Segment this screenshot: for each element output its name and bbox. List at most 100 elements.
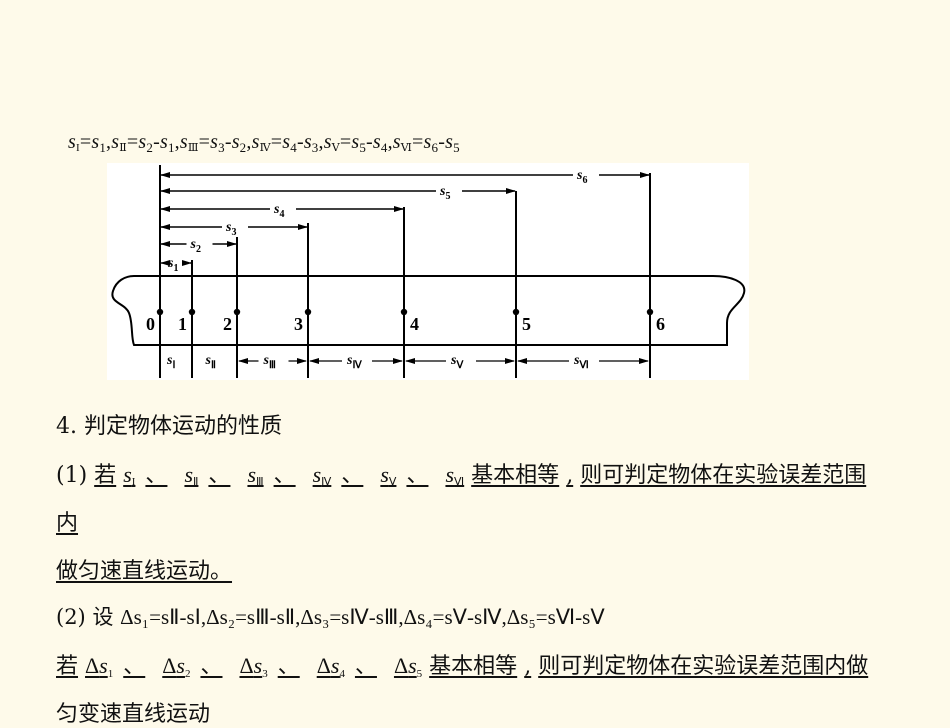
sep: 、	[200, 654, 223, 679]
item1-ruo: 若	[94, 463, 117, 488]
item2-ruo: 若	[56, 654, 79, 679]
point-label: 1	[178, 314, 187, 334]
sep: 、	[277, 654, 300, 679]
minus: -	[224, 131, 232, 153]
item2-conclusion: 则可判定物体在实验误差范围内做	[538, 654, 869, 679]
sep: 、	[354, 654, 377, 679]
minus: -	[366, 131, 373, 153]
sub-4: 4	[290, 140, 297, 155]
blank-s2: sⅡ	[184, 462, 199, 488]
roman-ii: Ⅱ	[193, 476, 199, 488]
segment-label: sⅤ	[450, 353, 464, 371]
sub-3: 3	[311, 140, 319, 155]
cumulative-label: s5	[439, 184, 450, 202]
formula-s: s	[372, 131, 381, 153]
item1-comma: ,	[566, 463, 574, 488]
eq: =	[339, 131, 352, 153]
formula-s: s	[231, 131, 240, 153]
formula-s: s	[392, 131, 401, 153]
point-label: 3	[294, 314, 303, 334]
formula-s: s	[68, 131, 76, 153]
roman-i: I	[131, 476, 136, 488]
item2-line2: 若 Δs1 、 Δs2 、 Δs3 、 Δs4 、 Δs5 基本相等 , 则可判定物体在…	[56, 648, 868, 680]
roman-v: Ⅴ	[388, 476, 397, 488]
item1-conclusion: 则可判定物体在实验误差范围	[580, 463, 867, 488]
ticker-tape-diagram: 0 1 2 3 4 5 6 s1 s2 s3 s4 s5 s6 sⅠ sⅡ sⅢ sⅣ sⅤ sⅥ	[107, 163, 749, 380]
cumulative-label: s2	[190, 237, 201, 255]
item1-basic-equal: 基本相等	[471, 463, 560, 488]
roman-vi: Ⅵ	[400, 142, 413, 154]
item2-definitions: Δs₁=sⅡ-sⅠ,Δs₂=sⅢ-sⅡ,Δs₃=sⅣ-sⅢ,Δs₄=sⅤ-sⅣ,…	[120, 605, 605, 629]
roman-iii: Ⅲ	[256, 476, 264, 488]
sep: 、	[341, 463, 364, 488]
blank-ds2: Δs2	[162, 653, 191, 680]
sub-3: 3	[262, 668, 268, 680]
eq: =	[79, 131, 92, 153]
cumulative-label: s1	[167, 256, 178, 274]
tick-dot	[512, 308, 520, 316]
roman-vi: Ⅵ	[454, 476, 465, 488]
formula-s: s	[179, 131, 188, 153]
item2-conclusion-line2: 匀变速直线运动	[56, 702, 211, 727]
eq: =	[126, 131, 139, 153]
item2-line3: 匀变速直线运动	[56, 696, 210, 728]
tick-dot	[400, 308, 408, 316]
blank-s6: sⅥ	[445, 462, 465, 488]
point-label: 0	[146, 314, 155, 334]
cumulative-label: s6	[576, 168, 587, 186]
blank-ds4: Δs4	[316, 653, 345, 680]
sub-5: 5	[416, 668, 423, 680]
sub-4: 4	[339, 668, 345, 680]
cumulative-label: s3	[225, 220, 236, 238]
section-heading: 4. 判定物体运动的性质	[56, 414, 282, 439]
formula-s: s	[445, 131, 454, 153]
item2-comma: ,	[524, 654, 532, 679]
cumulative-label: s4	[273, 202, 284, 220]
roman-iv: Ⅳ	[321, 476, 332, 488]
segment-label: sⅠ	[166, 353, 175, 371]
tick-dot	[646, 308, 654, 316]
point-label: 2	[223, 314, 232, 334]
tick-dot	[188, 308, 196, 316]
segment-formula: sI=s1,sⅡ=s2-s1,sⅢ=s3-s2,sⅣ=s4-s3,sⅤ=s5-s…	[68, 131, 460, 154]
item1-wrap: 内	[56, 505, 78, 537]
blank-s1: sI	[123, 462, 136, 488]
sub-5: 5	[359, 140, 367, 155]
sep: 、	[123, 654, 146, 679]
segment-label: sⅢ	[263, 353, 276, 371]
point-label: 6	[656, 314, 665, 334]
blank-ds1: Δs1	[85, 653, 114, 680]
formula-s: s	[159, 131, 168, 153]
formula-s: s	[303, 131, 312, 153]
blank-ds5: Δs5	[393, 653, 423, 680]
roman-iv: Ⅳ	[259, 142, 271, 154]
formula-s: s	[251, 131, 260, 153]
roman-ii: Ⅱ	[119, 142, 127, 154]
point-label: 5	[522, 314, 531, 334]
segment-label: sⅡ	[205, 353, 216, 371]
item2-basic-equal: 基本相等	[429, 654, 518, 679]
item1-line1: (1) 若 sI 、 sⅡ 、 sⅢ 、 sⅣ 、 sⅤ 、 sⅥ 基本相等 , 则可判定…	[56, 457, 866, 489]
sub-2: 2	[184, 668, 191, 680]
item2-she: 设	[92, 605, 114, 629]
sep: 、	[406, 463, 429, 488]
roman-iii: Ⅲ	[187, 142, 199, 154]
roman-v: Ⅴ	[331, 142, 340, 154]
sep: 、	[273, 463, 296, 488]
item1-line2: 做匀速直线运动。	[56, 553, 232, 585]
sub-1: 1	[167, 140, 175, 155]
item2-line1: (2) 设 Δs₁=sⅡ-sⅠ,Δs₂=sⅢ-sⅡ,Δs₃=sⅣ-sⅢ,Δs₄=…	[56, 601, 605, 631]
segment-label: sⅣ	[346, 353, 362, 371]
item1-conclusion-wrap: 内	[56, 511, 79, 536]
formula-s: s	[423, 131, 432, 153]
blank-ds3: Δs3	[239, 653, 268, 680]
eq: =	[270, 131, 283, 153]
sub-5: 5	[453, 140, 460, 155]
point-label: 4	[410, 314, 419, 334]
item2-prefix: (2)	[56, 605, 86, 629]
tick-dot	[304, 308, 312, 316]
tick-dot	[156, 308, 164, 316]
minus: -	[153, 131, 160, 153]
item1-conclusion-line2: 做匀速直线运动。	[56, 559, 233, 584]
blank-s5: sⅤ	[380, 462, 397, 488]
